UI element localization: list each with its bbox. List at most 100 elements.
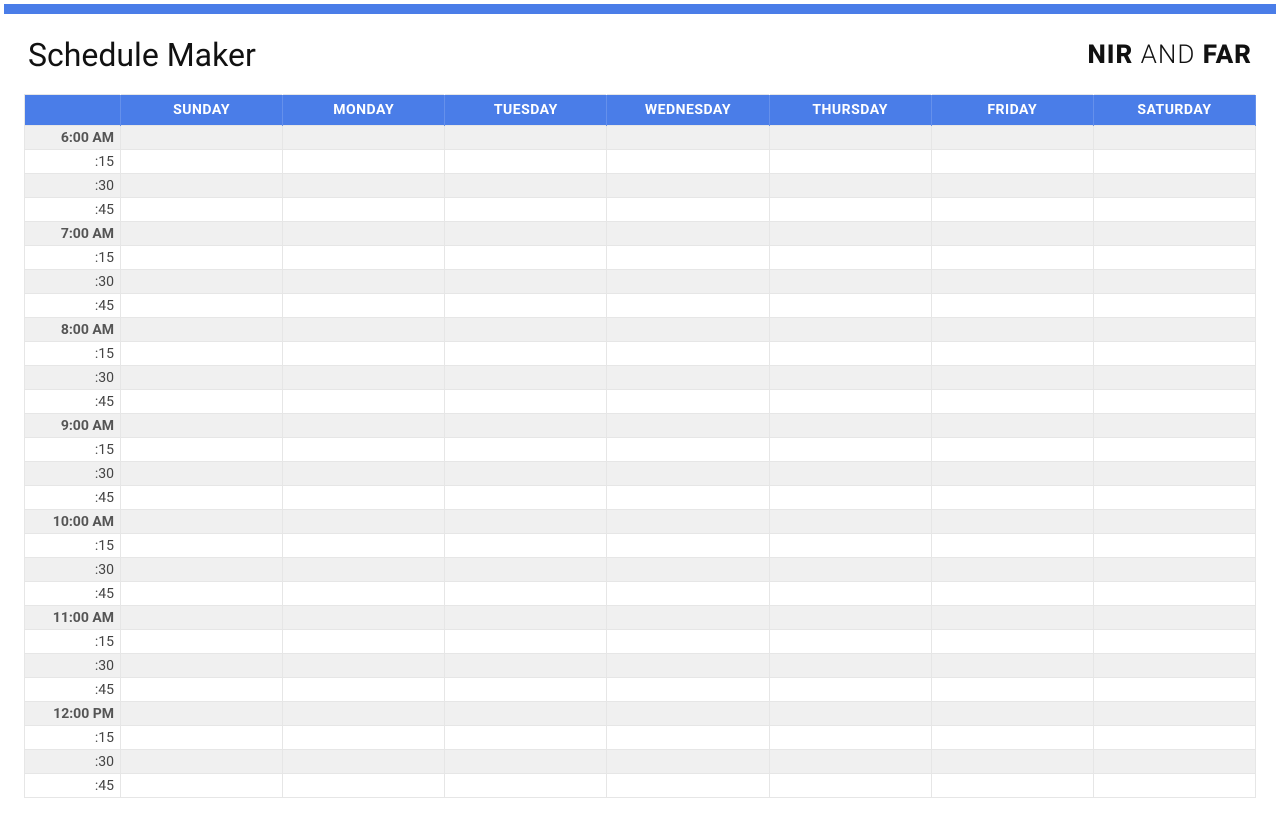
schedule-cell[interactable] — [769, 678, 931, 702]
schedule-cell[interactable] — [445, 318, 607, 342]
schedule-cell[interactable] — [769, 606, 931, 630]
schedule-cell[interactable] — [1093, 174, 1255, 198]
schedule-cell[interactable] — [283, 366, 445, 390]
schedule-cell[interactable] — [445, 582, 607, 606]
schedule-cell[interactable] — [1093, 750, 1255, 774]
schedule-cell[interactable] — [931, 534, 1093, 558]
schedule-cell[interactable] — [607, 534, 769, 558]
schedule-cell[interactable] — [607, 342, 769, 366]
schedule-cell[interactable] — [283, 294, 445, 318]
schedule-cell[interactable] — [607, 246, 769, 270]
schedule-cell[interactable] — [283, 558, 445, 582]
schedule-cell[interactable] — [445, 294, 607, 318]
schedule-cell[interactable] — [931, 582, 1093, 606]
schedule-cell[interactable] — [1093, 702, 1255, 726]
schedule-cell[interactable] — [1093, 246, 1255, 270]
schedule-cell[interactable] — [445, 462, 607, 486]
schedule-cell[interactable] — [931, 126, 1093, 150]
schedule-cell[interactable] — [607, 174, 769, 198]
schedule-cell[interactable] — [931, 390, 1093, 414]
schedule-cell[interactable] — [931, 630, 1093, 654]
schedule-cell[interactable] — [931, 726, 1093, 750]
schedule-cell[interactable] — [283, 774, 445, 798]
schedule-cell[interactable] — [769, 462, 931, 486]
schedule-cell[interactable] — [121, 510, 283, 534]
schedule-cell[interactable] — [607, 702, 769, 726]
schedule-cell[interactable] — [1093, 534, 1255, 558]
schedule-cell[interactable] — [283, 582, 445, 606]
schedule-cell[interactable] — [445, 246, 607, 270]
schedule-cell[interactable] — [445, 270, 607, 294]
schedule-cell[interactable] — [121, 246, 283, 270]
schedule-cell[interactable] — [607, 462, 769, 486]
schedule-cell[interactable] — [1093, 270, 1255, 294]
schedule-cell[interactable] — [121, 150, 283, 174]
schedule-cell[interactable] — [931, 150, 1093, 174]
schedule-cell[interactable] — [607, 510, 769, 534]
schedule-cell[interactable] — [283, 678, 445, 702]
schedule-cell[interactable] — [283, 318, 445, 342]
schedule-cell[interactable] — [1093, 510, 1255, 534]
schedule-cell[interactable] — [283, 342, 445, 366]
schedule-cell[interactable] — [769, 414, 931, 438]
schedule-cell[interactable] — [1093, 558, 1255, 582]
schedule-cell[interactable] — [445, 150, 607, 174]
schedule-cell[interactable] — [283, 390, 445, 414]
schedule-cell[interactable] — [283, 246, 445, 270]
schedule-cell[interactable] — [445, 486, 607, 510]
schedule-cell[interactable] — [931, 222, 1093, 246]
schedule-cell[interactable] — [769, 270, 931, 294]
schedule-cell[interactable] — [445, 630, 607, 654]
schedule-cell[interactable] — [283, 462, 445, 486]
schedule-cell[interactable] — [445, 390, 607, 414]
schedule-cell[interactable] — [769, 390, 931, 414]
schedule-cell[interactable] — [1093, 318, 1255, 342]
schedule-cell[interactable] — [1093, 630, 1255, 654]
schedule-cell[interactable] — [121, 366, 283, 390]
schedule-cell[interactable] — [1093, 678, 1255, 702]
schedule-cell[interactable] — [121, 414, 283, 438]
schedule-cell[interactable] — [769, 126, 931, 150]
schedule-cell[interactable] — [283, 486, 445, 510]
schedule-cell[interactable] — [931, 486, 1093, 510]
schedule-cell[interactable] — [931, 414, 1093, 438]
schedule-cell[interactable] — [607, 606, 769, 630]
schedule-cell[interactable] — [121, 702, 283, 726]
schedule-cell[interactable] — [121, 534, 283, 558]
schedule-cell[interactable] — [121, 174, 283, 198]
schedule-cell[interactable] — [445, 126, 607, 150]
schedule-cell[interactable] — [445, 774, 607, 798]
schedule-cell[interactable] — [607, 558, 769, 582]
schedule-cell[interactable] — [607, 486, 769, 510]
schedule-cell[interactable] — [931, 294, 1093, 318]
schedule-cell[interactable] — [931, 678, 1093, 702]
schedule-cell[interactable] — [607, 294, 769, 318]
schedule-cell[interactable] — [607, 654, 769, 678]
schedule-cell[interactable] — [1093, 390, 1255, 414]
schedule-cell[interactable] — [121, 342, 283, 366]
schedule-cell[interactable] — [769, 150, 931, 174]
schedule-cell[interactable] — [607, 438, 769, 462]
schedule-cell[interactable] — [607, 774, 769, 798]
schedule-cell[interactable] — [445, 342, 607, 366]
schedule-cell[interactable] — [769, 774, 931, 798]
schedule-cell[interactable] — [769, 438, 931, 462]
schedule-cell[interactable] — [769, 294, 931, 318]
schedule-cell[interactable] — [445, 534, 607, 558]
schedule-cell[interactable] — [283, 702, 445, 726]
schedule-cell[interactable] — [931, 702, 1093, 726]
schedule-cell[interactable] — [931, 462, 1093, 486]
schedule-cell[interactable] — [121, 390, 283, 414]
schedule-cell[interactable] — [283, 270, 445, 294]
schedule-cell[interactable] — [769, 630, 931, 654]
schedule-cell[interactable] — [769, 654, 931, 678]
schedule-cell[interactable] — [769, 750, 931, 774]
schedule-cell[interactable] — [607, 198, 769, 222]
schedule-cell[interactable] — [283, 534, 445, 558]
schedule-cell[interactable] — [445, 222, 607, 246]
schedule-cell[interactable] — [607, 630, 769, 654]
schedule-cell[interactable] — [931, 606, 1093, 630]
schedule-cell[interactable] — [769, 582, 931, 606]
schedule-cell[interactable] — [769, 318, 931, 342]
schedule-cell[interactable] — [607, 150, 769, 174]
